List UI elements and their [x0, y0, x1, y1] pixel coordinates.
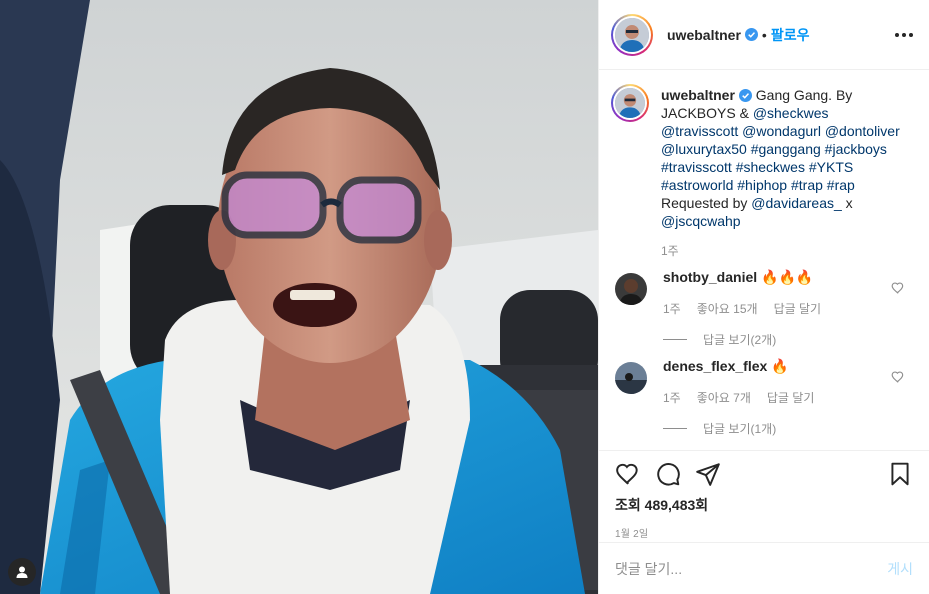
mention-link[interactable]: @luxurytax50	[661, 141, 747, 157]
comment-text: 🔥	[771, 358, 789, 374]
mention-link[interactable]: @wondagurl	[742, 123, 821, 139]
caption: uwebaltner Gang Gang. By JACKBOYS & @she…	[611, 84, 913, 259]
mention-link[interactable]: @travisscott	[661, 123, 738, 139]
follow-button[interactable]: 팔로우	[771, 25, 810, 45]
post-comment-button[interactable]: 게시	[887, 559, 913, 579]
verified-badge-icon	[744, 28, 758, 41]
caption-body: Gang Gang. By JACKBOYS & @sheckwes @trav…	[661, 87, 900, 229]
hashtag-link[interactable]: #sheckwes	[736, 159, 805, 175]
mention-link[interactable]: @davidareas_	[751, 195, 842, 211]
commenter-avatar[interactable]	[615, 273, 647, 305]
view-count[interactable]: 조회 489,483회	[615, 495, 913, 515]
heart-icon[interactable]	[615, 461, 641, 487]
comment-text: 🔥🔥🔥	[761, 269, 814, 285]
video-frame[interactable]	[0, 0, 598, 594]
view-count-value: 489,483회	[644, 497, 709, 513]
post-header: uwebaltner • 팔로우	[599, 0, 929, 70]
comment-item: shotby_daniel 🔥🔥🔥 1주 좋아요 15개 답글 달기 답글 보기…	[611, 269, 913, 348]
view-count-label: 조회	[615, 497, 641, 513]
hashtag-link[interactable]: #rap	[827, 177, 855, 193]
view-replies-button[interactable]: 답글 보기(1개)	[663, 420, 883, 437]
share-icon[interactable]	[695, 461, 721, 487]
comment-time: 1주	[663, 391, 681, 405]
caption-time: 1주	[661, 244, 679, 258]
view-replies-button[interactable]: 답글 보기(2개)	[663, 331, 883, 348]
mention-link[interactable]: @sheckwes	[753, 105, 829, 121]
add-comment-bar: 게시	[599, 542, 929, 594]
post-actions: 조회 489,483회 1월 2일	[599, 450, 929, 542]
comment-username[interactable]: denes_flex_flex	[663, 358, 767, 374]
user-tag-icon[interactable]	[8, 558, 36, 586]
reply-button[interactable]: 답글 달기	[774, 300, 822, 317]
hashtag-link[interactable]: #YKTS	[809, 159, 853, 175]
author-username[interactable]: uwebaltner	[667, 27, 741, 43]
comment-username[interactable]: shotby_daniel	[663, 269, 757, 285]
mention-link[interactable]: @dontoliver	[825, 123, 900, 139]
hashtag-link[interactable]: #trap	[791, 177, 823, 193]
small-heart-icon[interactable]	[891, 281, 905, 295]
post-date[interactable]: 1월 2일	[615, 525, 913, 540]
comment-icon[interactable]	[655, 461, 681, 487]
bookmark-icon[interactable]	[887, 461, 913, 487]
commenter-avatar[interactable]	[615, 362, 647, 394]
comment-likes[interactable]: 좋아요 7개	[697, 389, 751, 406]
hashtag-link[interactable]: #astroworld	[661, 177, 733, 193]
post-side-panel: uwebaltner • 팔로우 uwebaltner Gang Gang. B…	[598, 0, 929, 594]
comment-time: 1주	[663, 302, 681, 316]
reply-button[interactable]: 답글 달기	[767, 389, 815, 406]
view-replies-label: 답글 보기(1개)	[703, 422, 777, 436]
caption-text: uwebaltner Gang Gang. By JACKBOYS & @she…	[661, 86, 901, 230]
hashtag-link[interactable]: #travisscott	[661, 159, 732, 175]
hashtag-link[interactable]: #hiphop	[737, 177, 787, 193]
post-media[interactable]	[0, 0, 598, 594]
verified-badge-icon	[738, 89, 752, 102]
comment-input[interactable]	[615, 560, 888, 577]
view-replies-label: 답글 보기(2개)	[703, 333, 777, 347]
caption-avatar[interactable]	[611, 84, 649, 122]
mention-link[interactable]: @jscqcwahp	[661, 213, 741, 229]
comment-likes[interactable]: 좋아요 15개	[697, 300, 758, 317]
separator-dot: •	[761, 26, 767, 43]
small-heart-icon[interactable]	[891, 370, 905, 384]
caption-text-segment: x	[841, 195, 853, 211]
hashtag-link[interactable]: #jackboys	[825, 141, 887, 157]
comment-item: denes_flex_flex 🔥 1주 좋아요 7개 답글 달기 답글 보기(…	[611, 358, 913, 437]
caption-text-segment: Requested by	[661, 195, 752, 211]
hashtag-link[interactable]: #ganggang	[751, 141, 821, 157]
caption-username[interactable]: uwebaltner	[661, 87, 735, 103]
comments-list[interactable]: uwebaltner Gang Gang. By JACKBOYS & @she…	[599, 70, 929, 450]
author-avatar[interactable]	[611, 13, 653, 56]
more-options-icon[interactable]	[891, 29, 917, 41]
